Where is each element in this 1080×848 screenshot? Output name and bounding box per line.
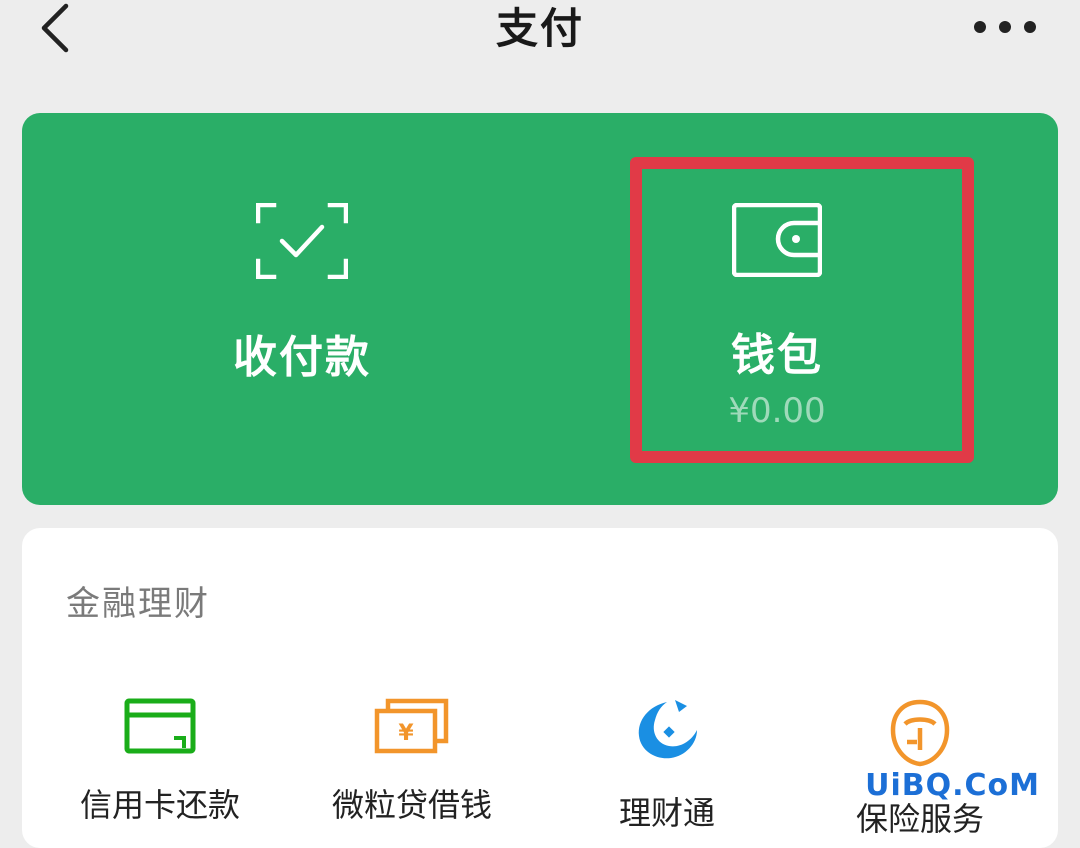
- loan-icon: ¥: [374, 698, 449, 754]
- more-button[interactable]: [970, 12, 1040, 42]
- item-label: 信用卡还款: [79, 786, 240, 824]
- item-label: 微粒贷借钱: [331, 786, 492, 824]
- credit-card-icon: [124, 698, 196, 754]
- section-title: 金融理财: [66, 584, 210, 624]
- fish-icon: [638, 700, 697, 759]
- watermark-logo: UiBQ.CoM: [861, 768, 1044, 803]
- scan-check-icon: [256, 203, 348, 279]
- page-title: 支付: [495, 4, 584, 53]
- receive-pay-label: 收付款: [233, 332, 371, 383]
- insurance-icon: [890, 699, 950, 767]
- receive-pay-button[interactable]: 收付款: [162, 203, 442, 443]
- svg-text:¥: ¥: [398, 721, 414, 746]
- wallet-label: 钱包: [731, 330, 823, 381]
- loan-button[interactable]: ¥ 微粒贷借钱: [312, 698, 512, 826]
- wallet-balance: ¥0.00: [728, 391, 826, 431]
- wallet-icon: [732, 203, 822, 277]
- wallet-button[interactable]: 钱包 ¥0.00: [637, 203, 917, 463]
- wealth-button[interactable]: 理财通: [567, 698, 767, 834]
- credit-card-repay-button[interactable]: 信用卡还款: [60, 698, 260, 826]
- nav-bar: 支付: [0, 0, 1080, 100]
- more-dots-icon: [974, 21, 1036, 33]
- payment-actions-card: 收付款 钱包 ¥0.00: [22, 113, 1058, 505]
- item-label: 理财通: [618, 794, 715, 832]
